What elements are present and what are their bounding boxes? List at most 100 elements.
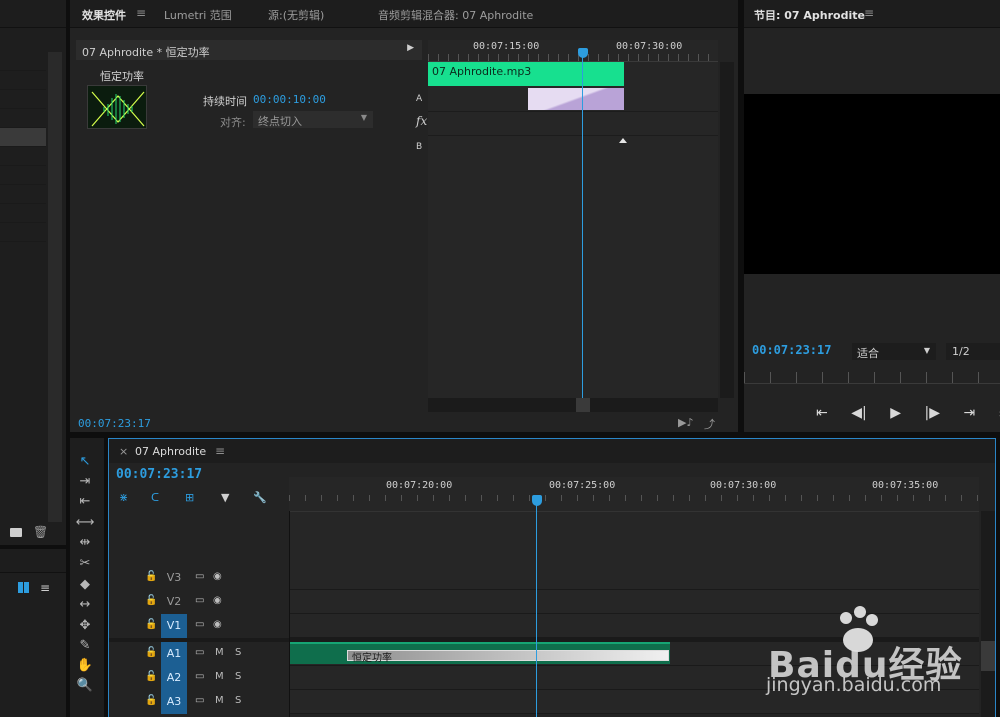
project-scrollbar[interactable] — [48, 52, 62, 522]
play-icon[interactable]: ▶ — [890, 405, 901, 421]
hand-tool-icon[interactable]: ✋ — [76, 656, 94, 674]
pen-tool-icon[interactable]: ✎ — [76, 636, 94, 654]
program-ruler[interactable] — [744, 372, 1000, 384]
track-label[interactable]: V1 — [161, 614, 187, 638]
slide-tool-icon[interactable]: ↔ — [76, 595, 94, 613]
tab-sequence[interactable]: 07 Aphrodite — [135, 445, 206, 458]
tab-effect-controls[interactable]: 效果控件 — [82, 7, 126, 23]
export-icon[interactable]: ⤴ — [704, 416, 715, 432]
go-to-in-icon[interactable]: ⇤ — [816, 405, 828, 421]
lock-icon[interactable]: 🔓 — [145, 671, 157, 683]
track-label[interactable]: V3 — [161, 566, 187, 590]
eye-icon[interactable]: ◉ — [213, 619, 222, 630]
timeline-playhead-marker[interactable] — [532, 495, 542, 506]
waveform-icon — [91, 91, 145, 127]
project-panel: 🗑 — [0, 0, 66, 545]
chevron-down-icon: ▼ — [923, 346, 930, 355]
lock-icon[interactable]: 🔓 — [145, 695, 157, 707]
transition-bar[interactable]: 恒定功率 — [347, 650, 669, 664]
effect-vscroll[interactable] — [720, 62, 734, 398]
duration-value[interactable]: 00:00:10:00 — [253, 93, 326, 106]
lock-icon[interactable]: 🔓 — [145, 619, 157, 631]
track-label[interactable]: V2 — [161, 590, 187, 614]
lock-icon[interactable]: 🔓 — [145, 595, 157, 607]
ripple-edit-tool-icon[interactable]: ⇤ — [76, 492, 94, 510]
track-select-tool-icon[interactable]: ⇥ — [76, 472, 94, 490]
transition-anchor-icon[interactable] — [619, 138, 627, 143]
panel-menu-icon[interactable]: ≡ — [864, 6, 874, 20]
effect-timeline: 00:07:15:00 00:07:30:00 07 Aphrodite.mp3 — [428, 40, 718, 412]
lock-icon[interactable]: 🔓 — [145, 571, 157, 583]
snap-icon[interactable]: ⋇ — [119, 491, 128, 504]
eye-icon[interactable]: ◉ — [213, 595, 222, 606]
panel-menu-icon[interactable]: ≡ — [215, 444, 225, 458]
sync-lock-icon[interactable]: ▭ — [195, 619, 204, 630]
folder-icon[interactable] — [10, 528, 22, 537]
lock-icon[interactable]: 🔓 — [145, 647, 157, 659]
pen-tool-icon[interactable]: ✥ — [76, 616, 94, 634]
nest-icon[interactable]: ⊞ — [185, 491, 194, 504]
program-video[interactable] — [744, 94, 1000, 274]
mute-button[interactable]: M — [215, 671, 224, 682]
track-label[interactable]: A2 — [161, 666, 187, 690]
audio-clip-a1[interactable]: 恒定功率 — [289, 642, 670, 664]
sync-lock-icon[interactable]: ▭ — [195, 671, 204, 682]
playhead-marker[interactable] — [578, 48, 588, 58]
fit-dropdown[interactable]: 适合 ▼ — [852, 343, 936, 360]
program-timecode[interactable]: 00:07:23:17 — [752, 343, 831, 357]
linked-selection-icon[interactable]: ᑕ — [151, 491, 159, 504]
audio-solo-icon[interactable]: ▶♪ — [678, 416, 693, 429]
alignment-dropdown[interactable]: 终点切入 ▼ — [253, 111, 373, 128]
rate-stretch-tool-icon[interactable]: ⇹ — [76, 533, 94, 551]
step-back-icon[interactable]: ◀| — [851, 405, 866, 421]
sync-lock-icon[interactable]: ▭ — [195, 595, 204, 606]
play-preview-icon[interactable]: ▶ — [407, 43, 414, 53]
slip-tool-icon[interactable]: ◆ — [76, 575, 94, 593]
solo-button[interactable]: S — [235, 671, 241, 682]
grid-view-icon[interactable] — [18, 582, 29, 593]
track-v3[interactable]: 🔓 V3 ▭ ◉ — [109, 566, 979, 590]
close-icon[interactable]: × — [119, 445, 128, 458]
go-to-out-icon[interactable]: ⇥ — [963, 405, 975, 421]
razor-tool-icon[interactable]: ✂ — [76, 554, 94, 572]
lane-fx — [428, 112, 718, 136]
sync-lock-icon[interactable]: ▭ — [195, 571, 204, 582]
transition-bar[interactable] — [528, 88, 624, 110]
sync-lock-icon[interactable]: ▭ — [195, 695, 204, 706]
mute-button[interactable]: M — [215, 647, 224, 658]
tab-audio-clip-mixer[interactable]: 音频剪辑混合器: 07 Aphrodite — [378, 7, 533, 23]
effect-timeline-hscroll[interactable] — [428, 398, 718, 412]
tools-panel: ↖ ⇥ ⇤ ⟷ ⇹ ✂ ◆ ↔ ✥ ✎ ✋ 🔍 — [70, 438, 104, 717]
list-view-icon[interactable]: ≡ — [40, 581, 50, 595]
sync-lock-icon[interactable]: ▭ — [195, 647, 204, 658]
resolution-dropdown[interactable]: 1/2 — [946, 343, 1000, 360]
timeline-ruler[interactable]: 00:07:20:00 00:07:25:00 00:07:30:00 00:0… — [289, 477, 979, 511]
fit-value: 适合 — [857, 347, 879, 360]
track-label[interactable]: A3 — [161, 690, 187, 714]
program-monitor-panel: 节目: 07 Aphrodite ≡ 00:07:23:17 适合 ▼ 1/2 … — [744, 0, 1000, 432]
step-forward-icon[interactable]: |▶ — [925, 405, 940, 421]
zoom-tool-icon[interactable]: 🔍 — [76, 676, 94, 694]
project-list[interactable] — [0, 52, 46, 242]
ruler-label: 00:07:30:00 — [616, 41, 683, 52]
mute-button[interactable]: M — [215, 695, 224, 706]
wrench-icon[interactable]: 🔧 — [253, 491, 267, 504]
eye-icon[interactable]: ◉ — [213, 571, 222, 582]
solo-button[interactable]: S — [235, 647, 241, 658]
selection-tool-icon[interactable]: ↖ — [76, 452, 94, 470]
audio-clip[interactable]: 07 Aphrodite.mp3 — [428, 62, 624, 86]
sequence-timecode[interactable]: 00:07:23:17 — [116, 467, 202, 482]
tab-program[interactable]: 节目: 07 Aphrodite — [754, 7, 865, 23]
time-ruler[interactable] — [428, 54, 718, 62]
solo-button[interactable]: S — [235, 695, 241, 706]
panel-menu-icon[interactable]: ≡ — [136, 6, 146, 20]
chevron-down-icon: ▼ — [360, 113, 367, 122]
trash-icon[interactable]: 🗑 — [33, 525, 48, 539]
tab-source[interactable]: 源:(无剪辑) — [268, 7, 324, 23]
ruler-label: 00:07:20:00 — [386, 480, 453, 491]
track-label[interactable]: A1 — [161, 642, 187, 666]
tab-lumetri-scopes[interactable]: Lumetri 范围 — [164, 7, 232, 23]
effect-timecode[interactable]: 00:07:23:17 — [78, 417, 151, 430]
rolling-edit-tool-icon[interactable]: ⟷ — [76, 513, 95, 531]
add-marker-icon[interactable]: ▼ — [221, 491, 229, 504]
